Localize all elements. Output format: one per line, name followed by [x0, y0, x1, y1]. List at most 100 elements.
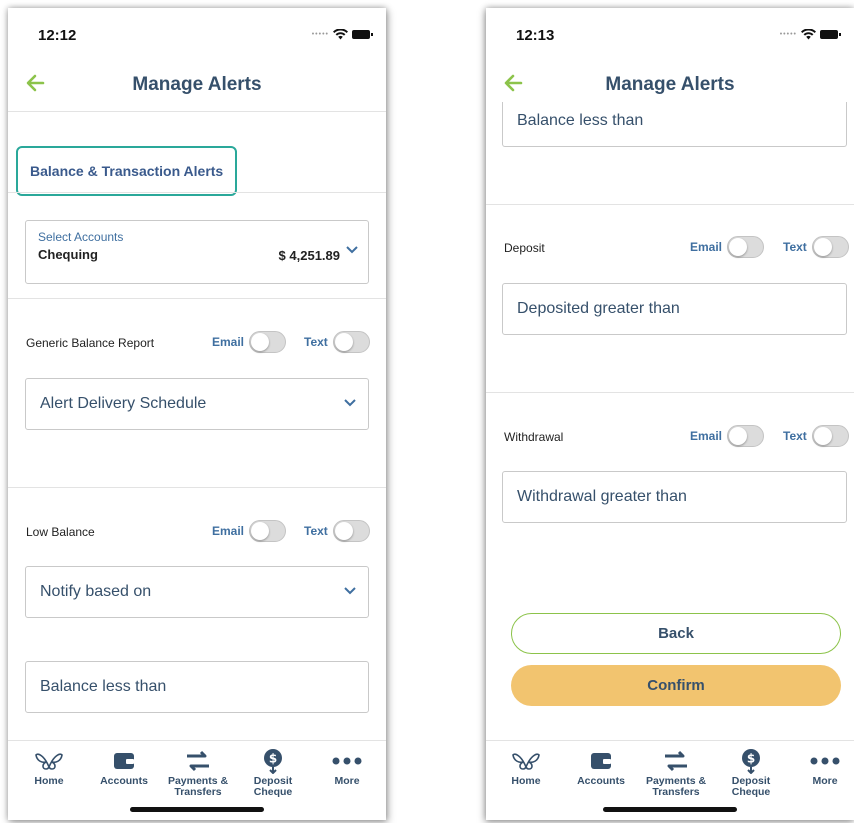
chevron-down-icon — [344, 587, 356, 595]
alert-label: Low Balance — [26, 525, 95, 539]
confirm-button[interactable]: Confirm — [511, 665, 841, 706]
alert-label: Withdrawal — [504, 430, 564, 444]
home-indicator — [130, 807, 264, 812]
tab-label: Accounts — [100, 775, 148, 787]
tab-label: More — [334, 775, 360, 787]
transfer-arrows-icon — [187, 750, 209, 772]
tab-deposit-cheque[interactable]: $ Deposit Cheque — [714, 749, 788, 798]
tab-balance-transaction-alerts[interactable]: Balance & Transaction Alerts — [16, 146, 238, 196]
alert-label: Generic Balance Report — [26, 336, 155, 350]
email-toggle[interactable] — [249, 520, 287, 542]
alert-label: Deposit — [504, 241, 545, 255]
phone-screen-left: 12:12 ••••• Manage Alerts Balance & Tran… — [8, 8, 386, 820]
notify-based-on-select[interactable]: Notify based on — [25, 566, 369, 618]
tab-accounts[interactable]: Accounts — [564, 749, 638, 787]
email-toggle-label: Email — [690, 240, 723, 254]
tab-label: Accounts — [577, 775, 625, 787]
divider — [486, 392, 854, 393]
more-dots-icon — [810, 757, 840, 765]
home-indicator — [603, 807, 737, 812]
text-toggle[interactable] — [332, 520, 370, 542]
divider — [8, 487, 386, 488]
app-header: Manage Alerts — [8, 64, 386, 112]
wallet-icon — [114, 753, 134, 769]
svg-text:$: $ — [269, 752, 277, 766]
alert-row-withdrawal: Withdrawal Email Text — [504, 425, 849, 451]
email-toggle-label: Email — [212, 524, 245, 538]
email-toggle-group: Email — [212, 520, 287, 542]
bottom-tab-bar: Home Accounts Payments & Transfers $ Dep… — [8, 740, 386, 820]
alert-row-generic-balance-report: Generic Balance Report Email Text — [26, 331, 376, 357]
tab-label: More — [812, 775, 838, 787]
chevron-down-icon — [346, 246, 358, 254]
email-toggle[interactable] — [727, 425, 765, 447]
withdrawal-greater-than-input[interactable]: Withdrawal greater than — [502, 471, 847, 523]
text-toggle-group: Text — [783, 425, 849, 447]
tab-deposit-cheque[interactable]: $ Deposit Cheque — [236, 749, 310, 798]
balance-less-than-input[interactable]: Balance less than — [25, 661, 369, 713]
butterfly-icon — [35, 753, 63, 770]
divider — [8, 298, 386, 299]
text-toggle-group: Text — [783, 236, 849, 258]
battery-icon — [352, 30, 373, 39]
status-bar: 12:13 ••••• — [486, 8, 854, 58]
email-toggle-group: Email — [212, 331, 287, 353]
text-toggle[interactable] — [332, 331, 370, 353]
back-button[interactable]: Back — [511, 613, 841, 654]
tab-accounts[interactable]: Accounts — [87, 749, 161, 787]
tab-label: Home — [511, 775, 541, 787]
deposit-cheque-icon: $ — [264, 749, 282, 774]
balance-less-than-input[interactable]: Balance less than — [502, 95, 847, 147]
select-value: Notify based on — [40, 583, 152, 600]
divider — [8, 192, 386, 193]
deposited-greater-than-input[interactable]: Deposited greater than — [502, 283, 847, 335]
input-placeholder: Balance less than — [40, 678, 167, 695]
text-toggle-label: Text — [304, 524, 328, 538]
email-toggle-label: Email — [212, 335, 245, 349]
status-time: 12:12 — [38, 27, 77, 44]
tab-label-line2: Cheque — [731, 786, 771, 798]
text-toggle-label: Text — [783, 429, 807, 443]
text-toggle-group: Text — [304, 520, 370, 542]
account-selector-label: Select Accounts — [38, 230, 124, 244]
divider — [486, 204, 854, 205]
account-name: Chequing — [38, 247, 98, 262]
butterfly-icon — [512, 753, 540, 770]
email-toggle[interactable] — [249, 331, 287, 353]
select-value: Alert Delivery Schedule — [40, 395, 207, 412]
phone-screen-right: 12:13 ••••• Balance less than Manage Ale… — [486, 8, 854, 820]
email-toggle[interactable] — [727, 236, 765, 258]
text-toggle[interactable] — [811, 236, 849, 258]
signal-icon: ••••• — [311, 31, 329, 38]
text-toggle-group: Text — [304, 331, 370, 353]
text-toggle-label: Text — [783, 240, 807, 254]
tab-label: Home — [34, 775, 64, 787]
svg-text:$: $ — [747, 752, 755, 766]
input-placeholder: Deposited greater than — [517, 300, 680, 317]
tab-more[interactable]: More — [788, 749, 854, 787]
tab-payments-transfers[interactable]: Payments & Transfers — [161, 749, 235, 798]
account-selector[interactable]: Select Accounts Chequing $ 4,251.89 — [25, 220, 369, 284]
status-icons: ••••• — [779, 29, 841, 40]
alert-delivery-schedule-select[interactable]: Alert Delivery Schedule — [25, 378, 369, 430]
email-toggle-label: Email — [690, 429, 723, 443]
tab-home[interactable]: Home — [12, 749, 86, 787]
page-title: Manage Alerts — [605, 74, 735, 95]
tab-more[interactable]: More — [310, 749, 384, 787]
status-bar: 12:12 ••••• — [8, 8, 386, 58]
signal-icon: ••••• — [779, 31, 797, 38]
page-title: Manage Alerts — [132, 74, 262, 95]
tab-payments-transfers[interactable]: Payments & Transfers — [639, 749, 713, 798]
email-toggle-group: Email — [690, 236, 765, 258]
tab-home[interactable]: Home — [489, 749, 563, 787]
text-toggle-label: Text — [304, 335, 328, 349]
wallet-icon — [591, 753, 611, 769]
text-toggle[interactable] — [811, 425, 849, 447]
chevron-down-icon — [344, 399, 356, 407]
wifi-icon — [801, 29, 816, 40]
alert-row-deposit: Deposit Email Text — [504, 236, 849, 262]
alert-row-low-balance: Low Balance Email Text — [26, 520, 376, 546]
deposit-cheque-icon: $ — [742, 749, 760, 774]
battery-icon — [820, 30, 841, 39]
wifi-icon — [333, 29, 348, 40]
